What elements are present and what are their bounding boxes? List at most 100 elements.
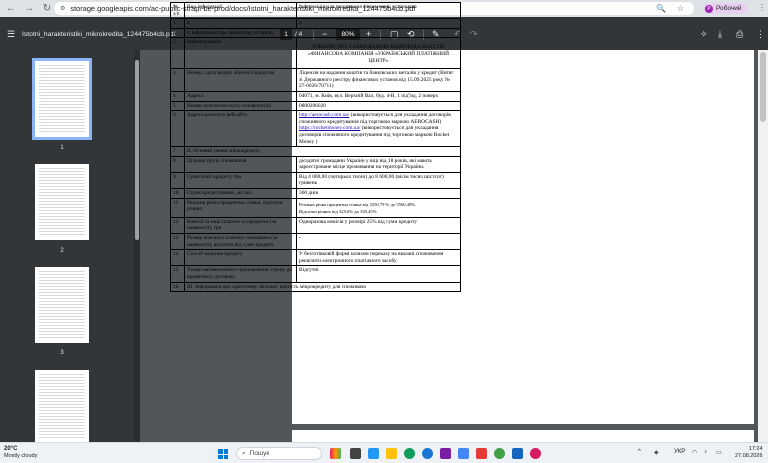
- table-cell: Адреса власного вебсайта: [184, 110, 297, 148]
- table-cell: Цільова група споживачів: [184, 155, 297, 173]
- weather-temp: 20°C: [4, 446, 18, 452]
- weather-desc: Mostly cloudy: [4, 453, 38, 460]
- aerocash-link[interactable]: http://aerocash.com.ua/: [299, 112, 349, 118]
- app-icon[interactable]: [368, 448, 379, 459]
- bookmark-star-icon[interactable]: ☆: [677, 4, 684, 13]
- widget-app-icon[interactable]: [330, 448, 341, 459]
- table-row: 13 Розмір власного платежу споживача (за…: [170, 233, 461, 251]
- back-icon[interactable]: ←: [4, 2, 18, 16]
- table-cell: 2: [170, 37, 185, 70]
- profile-button[interactable]: Р Робочий: [703, 3, 747, 14]
- table-cell: 5: [170, 100, 185, 112]
- table-cell: Найменування: [184, 37, 297, 70]
- table-cell: 3: [170, 68, 185, 92]
- rate-text: Реальна річна процентна ставка від 3350,…: [299, 201, 417, 207]
- table-row: 16 ІІІ. Інформація про орієнтовну загаль…: [170, 281, 461, 293]
- table-cell: У безготівковій формі шляхом переказу на…: [296, 249, 461, 267]
- table-row: 7 ІІ. Основні умови мікрокредиту: [170, 146, 461, 157]
- app-icon[interactable]: [440, 448, 451, 459]
- download-icon[interactable]: ⤓: [718, 29, 722, 40]
- main-scrollbar[interactable]: [758, 50, 768, 442]
- taskbar: 20°C Mostly cloudy ⌕ Пошук ^ ◈ УКР ◠ ♪ ▭…: [0, 442, 768, 463]
- thumbnail-page-2[interactable]: [35, 164, 89, 240]
- wifi-icon[interactable]: ◠: [692, 449, 697, 456]
- edge-icon[interactable]: [422, 448, 433, 459]
- print-icon[interactable]: ⎙: [736, 29, 743, 40]
- table-row: 8 Цільова група споживачів дієздатні гро…: [170, 155, 461, 173]
- section-heading: І. Інформація про фінансову установу: [184, 27, 461, 39]
- redo-icon[interactable]: ↷: [470, 29, 478, 40]
- table-cell: 1: [170, 18, 185, 29]
- zoom-search-icon[interactable]: 🔍: [656, 4, 666, 13]
- table-row: 1 І. Інформація про фінансову установу: [170, 27, 461, 39]
- pdf-page-next: [292, 430, 754, 442]
- thumbnail-label: 2: [60, 248, 64, 254]
- taskbar-search[interactable]: ⌕ Пошук: [236, 447, 322, 460]
- battery-icon[interactable]: ▭: [716, 449, 722, 456]
- windows-start-icon[interactable]: [218, 449, 228, 459]
- table-row: 14 Спосіб надання кредиту У безготівкові…: [170, 249, 461, 267]
- forward-icon[interactable]: →: [22, 2, 36, 16]
- rocketmoney-link[interactable]: https://rocketmoney.com.ua/: [299, 125, 360, 131]
- table-cell: 4: [170, 90, 185, 102]
- thumbnail-label: 3: [60, 350, 64, 356]
- table-row: 1 2 3: [170, 18, 461, 29]
- table-cell: Сума/ліміт кредиту, грн: [184, 171, 297, 190]
- app-icon[interactable]: [530, 448, 541, 459]
- microcredit-table: № з/п Вид інформації Інформація для запо…: [170, 1, 461, 293]
- weather-widget[interactable]: 20°C Mostly cloudy: [4, 446, 37, 460]
- table-cell: 14: [170, 249, 185, 267]
- table-cell: 16: [170, 281, 185, 293]
- table-cell: 360 днів: [296, 188, 461, 199]
- table-cell: Реальна річна процентна ставка, відсотки…: [184, 197, 297, 218]
- table-cell: 8: [170, 155, 185, 173]
- app-icon[interactable]: [494, 448, 505, 459]
- table-row: 5 Номер контактного(их) телефону(ів) 080…: [170, 100, 461, 112]
- reload-icon[interactable]: ↻: [40, 2, 54, 16]
- table-cell: Спосіб надання кредиту: [184, 249, 297, 267]
- table-cell: 11: [170, 197, 185, 218]
- table-cell: 7: [170, 146, 185, 157]
- table-row: № з/п Вид інформації Інформація для запо…: [170, 1, 461, 20]
- tray-chevron-icon[interactable]: ^: [638, 449, 641, 455]
- search-placeholder: Пошук: [249, 450, 270, 457]
- thumbnail-sidebar: 1 2 3: [0, 50, 136, 442]
- app-icon[interactable]: [458, 448, 469, 459]
- table-row: 10 Строк кредитування, дн./міс. 360 днів: [170, 188, 461, 199]
- table-cell: Відсутні: [296, 265, 461, 283]
- profile-label: Робочий: [716, 5, 742, 12]
- file-explorer-icon[interactable]: [386, 448, 397, 459]
- table-row: 12 Комісії та інші платежі за кредитом (…: [170, 216, 461, 235]
- task-view-icon[interactable]: [350, 448, 361, 459]
- thumbnail-page-1[interactable]: [32, 58, 92, 140]
- more-icon[interactable]: ⋮: [756, 29, 765, 40]
- table-cell: Від 4 000,00 (чотирьох тисяч) до 8 600,0…: [296, 171, 461, 190]
- table-row: 9 Сума/ліміт кредиту, грн Від 4 000,00 (…: [170, 171, 461, 190]
- table-cell: № з/п: [170, 1, 185, 20]
- table-row: 15 Умови автоматичного продовження строк…: [170, 265, 461, 283]
- table-row: 4 Адреса 04071, м. Київ, вул. Верхній Ва…: [170, 90, 461, 102]
- table-cell: 1: [170, 27, 185, 39]
- table-cell: Інформація для заповнення фінансовою уст…: [296, 1, 461, 20]
- browser-menu-icon[interactable]: ⋮: [758, 3, 766, 12]
- table-cell: дієздатні громадяни України у віці від 1…: [296, 155, 461, 173]
- app-icon[interactable]: [512, 448, 523, 459]
- table-cell: Ліцензія на надання коштів та банківськи…: [296, 68, 461, 92]
- chrome-icon[interactable]: [404, 448, 415, 459]
- thumbnail-page-4[interactable]: [35, 370, 89, 442]
- pdf-title: Istotni_harakteristiki_mikrokredita_1244…: [22, 31, 176, 38]
- volume-icon[interactable]: ♪: [704, 449, 707, 455]
- table-row: 2 Найменування ТОВАРИСТВО З ОБМЕЖЕНОЮ ВІ…: [170, 37, 461, 70]
- clock[interactable]: 17:24 27.08.2026: [735, 446, 763, 460]
- menu-icon[interactable]: ☰: [7, 29, 15, 40]
- app-icon[interactable]: [476, 448, 487, 459]
- table-cell: 04071, м. Київ, вул. Верхній Вал, буд. 4…: [296, 90, 461, 102]
- table-row: 3 Номер і дата видачі ліцензії/свідоцтва…: [170, 68, 461, 92]
- table-cell: Умови автоматичного продовження строку д…: [184, 265, 297, 283]
- ai-icon[interactable]: ✧: [700, 29, 708, 40]
- language-indicator[interactable]: УКР: [674, 449, 685, 455]
- table-cell: 2: [184, 18, 297, 29]
- thumbnail-page-3[interactable]: [35, 267, 89, 343]
- tray-app-icon[interactable]: ◈: [654, 449, 659, 456]
- site-info-icon[interactable]: ⚙: [60, 5, 65, 12]
